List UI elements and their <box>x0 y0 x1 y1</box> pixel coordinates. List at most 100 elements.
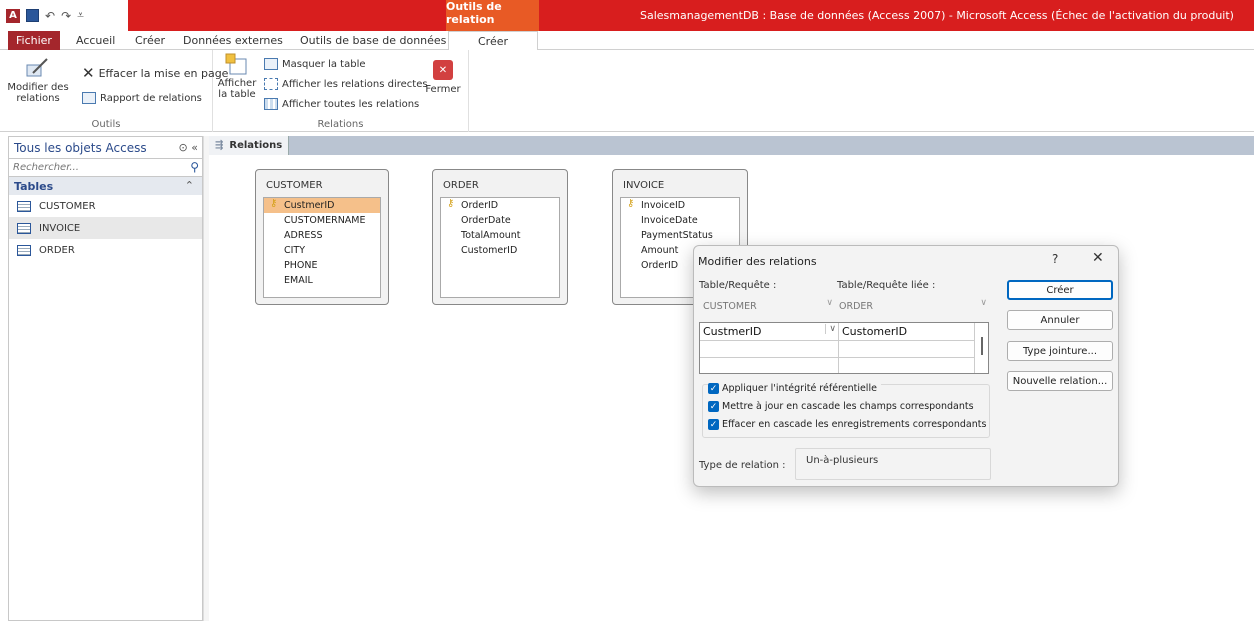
all-relations-label: Afficher toutes les relations <box>282 98 420 110</box>
collapse-nav-icon[interactable]: « <box>191 141 198 154</box>
table-title: INVOICE <box>623 180 665 191</box>
grid-scrollbar[interactable] <box>981 337 983 355</box>
field-row[interactable]: PHONE <box>264 258 380 273</box>
nav-header[interactable]: Tous les objets Access ⊙ « <box>9 137 202 159</box>
hide-table-icon <box>264 58 278 70</box>
help-icon[interactable]: ? <box>1052 252 1058 266</box>
direct-relations-icon <box>264 78 278 90</box>
field-row[interactable]: EMAIL <box>264 273 380 288</box>
checkbox-checked-icon: ✓ <box>708 419 719 430</box>
tab-database-tools[interactable]: Outils de base de données <box>300 31 446 50</box>
tab-create[interactable]: Créer <box>135 31 165 50</box>
relations-doc-label: Relations <box>229 140 283 151</box>
cancel-button[interactable]: Annuler <box>1007 310 1113 330</box>
field-list[interactable]: ⚷ CustmerID CUSTOMERNAME ADRESS CITY PHON… <box>263 197 381 298</box>
ribbon-tabs: Fichier Accueil Créer Données externes O… <box>0 31 1254 51</box>
field-row[interactable]: CustomerID <box>441 243 559 258</box>
tab-relations-document[interactable]: ⇶ Relations <box>209 136 289 155</box>
right-field-cell-empty[interactable] <box>839 341 975 358</box>
nav-item-customer[interactable]: CUSTOMER <box>9 195 202 217</box>
table-icon <box>17 222 31 234</box>
primary-key-icon: ⚷ <box>447 198 455 209</box>
field-row[interactable]: ADRESS <box>264 228 380 243</box>
field-row[interactable]: CITY <box>264 243 380 258</box>
checkbox-checked-icon: ✓ <box>708 383 719 394</box>
left-field-cell-empty[interactable] <box>700 341 839 358</box>
field-row[interactable]: ⚷ CustmerID <box>264 198 380 213</box>
hide-table-button[interactable]: Masquer la table <box>264 58 366 70</box>
relation-type-label: Type de relation : <box>699 460 786 471</box>
search-icon[interactable]: ⚲ <box>190 160 199 174</box>
right-field-cell-empty[interactable] <box>839 358 975 373</box>
customize-toolbar-icon[interactable]: ⩡ <box>77 8 84 23</box>
close-red-icon: ✕ <box>433 60 453 80</box>
table-title: CUSTOMER <box>266 180 323 191</box>
field-row[interactable]: ⚷ InvoiceID <box>621 198 739 213</box>
field-row[interactable]: ⚷ OrderID <box>441 198 559 213</box>
cascade-update-checkbox[interactable]: ✓ Mettre à jour en cascade les champs co… <box>708 401 974 412</box>
left-field-cell-empty[interactable] <box>700 358 839 373</box>
table-icon <box>17 244 31 256</box>
cascade-update-label: Mettre à jour en cascade les champs corr… <box>722 401 974 412</box>
show-table-button[interactable]: Afficher la table <box>218 52 256 100</box>
undo-icon[interactable]: ↶ <box>45 9 55 23</box>
group-relations: Afficher la table Masquer la table Affic… <box>213 50 469 132</box>
edit-relations-label-2: relations <box>16 93 60 104</box>
close-button[interactable]: ✕ Fermer <box>425 60 461 95</box>
all-relations-button[interactable]: Afficher toutes les relations <box>264 98 419 110</box>
field-row[interactable]: PaymentStatus <box>621 228 739 243</box>
dialog-title: Modifier des relations <box>698 255 817 268</box>
field-row[interactable]: InvoiceDate <box>621 213 739 228</box>
chevron-down-icon[interactable]: ∨ <box>825 324 836 334</box>
table-query-value: CUSTOMER <box>703 300 757 312</box>
group-label-tools: Outils <box>91 119 121 130</box>
edit-relationships-dialog: Modifier des relations ? ✕ Table/Requête… <box>693 245 1119 487</box>
join-type-button[interactable]: Type jointure... <box>1007 341 1113 361</box>
document-tab-bar <box>209 136 1254 155</box>
close-label: Fermer <box>425 84 461 95</box>
nav-item-label: INVOICE <box>39 222 81 234</box>
direct-relations-label: Afficher les relations directes <box>282 78 428 90</box>
field-row[interactable]: CUSTOMERNAME <box>264 213 380 228</box>
cascade-delete-checkbox[interactable]: ✓ Effacer en cascade les enregistrements… <box>708 419 986 430</box>
relation-report-button[interactable]: Rapport de relations <box>82 92 202 104</box>
nav-search: ⚲ <box>9 159 202 177</box>
related-table-select[interactable]: ORDER ∨ <box>835 297 989 315</box>
nav-item-order[interactable]: ORDER <box>9 239 202 261</box>
clear-layout-button[interactable]: ✕ Effacer la mise en page <box>82 64 228 82</box>
table-box-customer[interactable]: CUSTOMER ⚷ CustmerID CUSTOMERNAME ADRESS … <box>255 169 389 305</box>
right-field-cell[interactable]: CustomerID <box>839 323 975 341</box>
left-field-cell[interactable]: CustmerID ∨ <box>700 323 839 341</box>
table-box-order[interactable]: ORDER ⚷ OrderID OrderDate TotalAmount Cus… <box>432 169 568 305</box>
field-list[interactable]: ⚷ OrderID OrderDate TotalAmount CustomerI… <box>440 197 560 298</box>
ribbon: Modifier des relations ✕ Effacer la mise… <box>0 50 1254 132</box>
edit-relations-button[interactable]: Modifier des relations <box>7 56 69 104</box>
redo-icon[interactable]: ↷ <box>61 9 71 23</box>
create-button[interactable]: Créer <box>1007 280 1113 300</box>
save-icon[interactable] <box>26 9 39 22</box>
chevron-up-icon[interactable]: ⌃ <box>185 179 194 192</box>
left-field-value: CustmerID <box>703 325 762 338</box>
tab-file[interactable]: Fichier <box>8 31 60 50</box>
nav-item-label: CUSTOMER <box>39 200 96 212</box>
nav-section-tables[interactable]: Tables ⌃ <box>9 177 202 195</box>
close-icon[interactable]: ✕ <box>1092 250 1104 266</box>
field-row[interactable]: OrderDate <box>441 213 559 228</box>
nav-item-invoice[interactable]: INVOICE <box>9 217 202 239</box>
related-table-label: Table/Requête liée : <box>837 280 936 291</box>
context-tab-relation-tools: Outils de relation <box>446 0 539 31</box>
search-input[interactable] <box>9 159 184 175</box>
title-bar: A ↶ ↷ ⩡ Outils de relation Salesmanageme… <box>0 0 1254 31</box>
nav-menu-icon[interactable]: ⊙ <box>179 141 188 154</box>
table-query-select[interactable]: CUSTOMER ∨ <box>699 297 835 315</box>
referential-integrity-checkbox[interactable]: ✓ Appliquer l'intégrité référentielle <box>708 383 881 394</box>
tab-design[interactable]: Créer <box>448 31 538 51</box>
right-field-value: CustomerID <box>842 325 908 338</box>
new-relation-button[interactable]: Nouvelle relation... <box>1007 371 1113 391</box>
tab-home[interactable]: Accueil <box>76 31 115 50</box>
field-row[interactable]: TotalAmount <box>441 228 559 243</box>
tab-external-data[interactable]: Données externes <box>183 31 283 50</box>
access-logo-icon: A <box>6 8 20 23</box>
direct-relations-button[interactable]: Afficher les relations directes <box>264 78 428 90</box>
primary-key-icon: ⚷ <box>627 198 635 209</box>
